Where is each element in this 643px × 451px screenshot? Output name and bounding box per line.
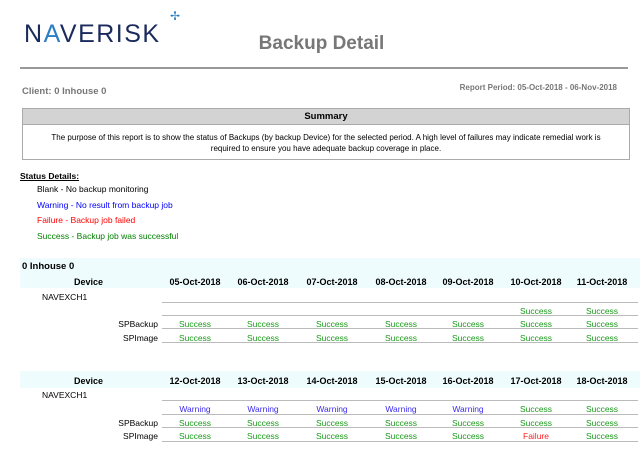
status-cell: Success [178,333,212,343]
status-cell: Warning [316,404,348,414]
status-cell: Success [384,431,418,441]
status-cell: Success [315,418,349,428]
date-column-header: 06-Oct-2018 [237,277,289,287]
status-legend-item: Warning - No result from backup job [37,199,173,210]
status-cell: Success [246,333,280,343]
date-column-header: 12-Oct-2018 [169,376,221,386]
logo-sparkle-icon: ✢ [170,9,181,23]
client-label: Client: 0 Inhouse 0 [22,86,107,97]
backup-job-label: SPBackup [118,319,158,329]
report-period: Report Period: 05-Oct-2018 - 06-Nov-2018 [459,83,617,92]
status-cell: Failure [523,431,549,441]
status-cell: Success [585,319,619,329]
backup-job-label: SPBackup [118,418,158,428]
status-cell: Success [585,431,619,441]
date-column-header: 11-Oct-2018 [576,277,628,287]
status-cell: Success [246,418,280,428]
row-divider [162,414,638,415]
device-name: NAVEXCH1 [42,292,88,302]
date-column-header: 14-Oct-2018 [306,376,358,386]
status-cell: Success [519,306,553,316]
status-cell: Success [451,431,485,441]
status-details-heading: Status Details: [20,171,80,181]
status-cell: Success [585,418,619,428]
status-cell: Success [315,431,349,441]
status-cell: Success [178,319,212,329]
row-divider [162,441,638,442]
status-cell: Success [384,319,418,329]
status-cell: Warning [179,404,211,414]
group-title: 0 Inhouse 0 [22,261,75,272]
date-column-header: 07-Oct-2018 [306,277,358,287]
status-cell: Success [246,431,280,441]
status-legend-item: Blank - No backup monitoring [37,184,149,194]
status-cell: Success [519,418,553,428]
device-name: NAVEXCH1 [42,390,88,400]
status-cell: Warning [385,404,417,414]
status-legend-item: Failure - Backup job failed [37,215,136,225]
date-column-header: 18-Oct-2018 [576,376,628,386]
page-title: Backup Detail [258,33,385,54]
status-cell: Success [178,431,212,441]
status-cell: Success [315,333,349,343]
summary-text: The purpose of this report is to show th… [51,133,601,153]
status-cell: Success [585,404,619,414]
status-cell: Success [384,418,418,428]
backup-job-label: SPImage [123,333,158,343]
summary-heading: Summary [23,109,629,125]
date-column-header: 16-Oct-2018 [442,376,494,386]
status-cell: Success [178,418,212,428]
divider [20,67,628,69]
status-cell: Warning [452,404,484,414]
row-divider [162,400,638,401]
date-column-header: 09-Oct-2018 [442,277,494,287]
date-column-header: 08-Oct-2018 [375,277,427,287]
row-divider [162,302,638,303]
backup-job-label: SPImage [123,431,158,441]
summary-box: Summary The purpose of this report is to… [22,108,630,160]
status-cell: Success [519,404,553,414]
date-column-header: 15-Oct-2018 [375,376,427,386]
status-cell: Success [585,333,619,343]
date-column-header: 10-Oct-2018 [510,277,562,287]
status-cell: Warning [247,404,279,414]
date-column-header: 17-Oct-2018 [510,376,562,386]
status-cell: Success [519,319,553,329]
status-cell: Success [585,306,619,316]
status-cell: Success [315,319,349,329]
device-column-header: Device [73,376,103,386]
device-column-header: Device [73,277,103,287]
status-legend-item: Success - Backup job was successful [37,230,179,241]
date-column-header: 05-Oct-2018 [169,277,221,287]
date-column-header: 13-Oct-2018 [237,376,289,386]
status-cell: Success [451,333,485,343]
status-cell: Success [384,333,418,343]
status-cell: Success [451,418,485,428]
status-cell: Success [246,319,280,329]
status-cell: Success [519,333,553,343]
status-cell: Success [451,319,485,329]
